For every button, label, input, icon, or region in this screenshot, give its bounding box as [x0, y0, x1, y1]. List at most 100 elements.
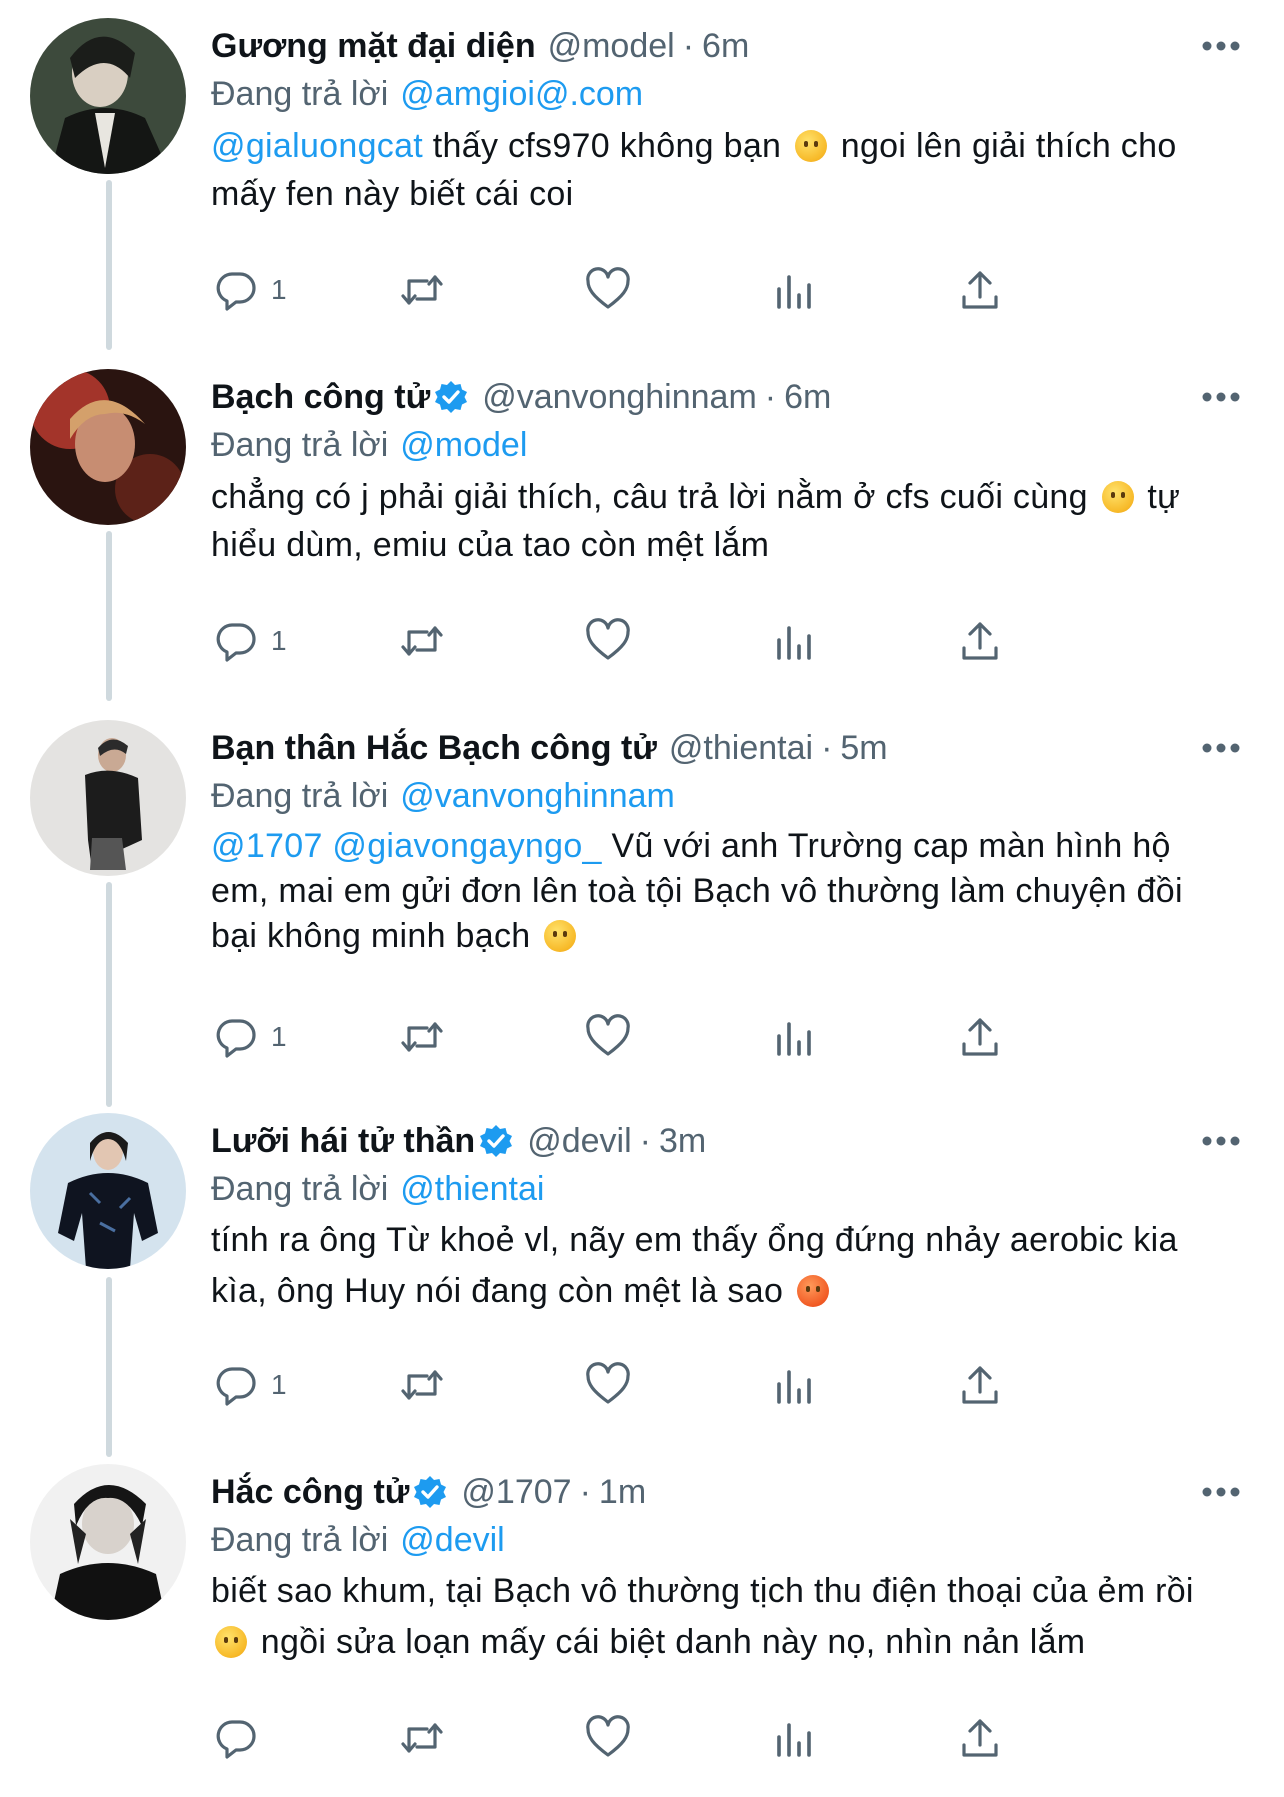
replying-label: Đang trả lời — [211, 777, 389, 815]
reply-bubble-icon — [216, 623, 256, 662]
timestamp[interactable]: 6m — [702, 22, 749, 70]
share-upload-icon — [962, 622, 998, 660]
tweet-text-part: thấy cfs970 không bạn — [423, 127, 791, 165]
upside-down-face-emoji-icon — [215, 1626, 247, 1658]
separator-dot: · — [821, 729, 833, 767]
avatar[interactable] — [30, 720, 186, 876]
retweet-icon — [401, 275, 443, 305]
display-name[interactable]: Bạn thân Hắc Bạch công tử — [211, 724, 657, 772]
tweet-text-part: chẳng có j phải giải thích, câu trả lời … — [211, 478, 1098, 516]
tweet-text: @1707 @giavongayngo_ Vũ với anh Trường c… — [211, 824, 1236, 959]
reply-count: 1 — [271, 1369, 287, 1400]
avatar[interactable] — [30, 1464, 186, 1620]
avatar[interactable] — [30, 18, 186, 174]
heart-icon — [586, 1362, 630, 1404]
reply-button[interactable]: 1 — [211, 611, 287, 671]
reply-button[interactable]: 1 — [211, 1355, 287, 1415]
verified-badge-icon — [413, 1475, 447, 1509]
more-dots-icon[interactable] — [1200, 1472, 1242, 1512]
display-name[interactable]: Lưỡi hái tử thần — [211, 1117, 475, 1165]
display-name[interactable]: Gương mặt đại diện — [211, 22, 536, 70]
retweet-button[interactable] — [397, 1355, 447, 1415]
share-button[interactable] — [955, 260, 1005, 320]
display-name[interactable]: Bạch công tử — [211, 373, 430, 421]
replying-to-link[interactable]: @model — [400, 426, 527, 464]
mention-link[interactable]: @1707 @giavongayngo_ — [211, 827, 602, 865]
tweet[interactable]: Hắc công tử @1707 · 1m Đang trả lời @devi… — [0, 1446, 1284, 1797]
reply-button[interactable]: 1 — [211, 260, 287, 320]
separator-dot: · — [764, 378, 777, 416]
views-button[interactable] — [769, 611, 819, 671]
display-name[interactable]: Hắc công tử — [211, 1468, 409, 1516]
replying-to-line: Đang trả lời @thientai — [211, 1165, 544, 1213]
username-handle[interactable]: @model — [548, 22, 675, 70]
bar-chart-icon — [777, 1370, 811, 1404]
kissing-face-emoji-icon — [1101, 481, 1134, 513]
tweet-actions: 1 — [211, 1007, 1111, 1067]
replying-to-link[interactable]: @amgioi@.com — [400, 75, 643, 113]
share-button[interactable] — [955, 1708, 1005, 1768]
share-button[interactable] — [955, 1007, 1005, 1067]
retweet-button[interactable] — [397, 1007, 447, 1067]
retweet-icon — [401, 1723, 443, 1753]
like-button[interactable] — [583, 1007, 633, 1067]
tweet[interactable]: Bạn thân Hắc Bạch công tử @thientai · 5m… — [0, 702, 1284, 1058]
retweet-button[interactable] — [397, 611, 447, 671]
username-handle[interactable]: @1707 — [461, 1468, 571, 1516]
like-button[interactable] — [583, 1355, 633, 1415]
share-button[interactable] — [955, 611, 1005, 671]
timestamp[interactable]: 5m — [840, 724, 887, 772]
replying-to-link[interactable]: @thientai — [400, 1170, 544, 1208]
tweet-text-part: tính ra ông Từ khoẻ vl, nãy em thấy ổng … — [211, 1221, 1178, 1310]
views-button[interactable] — [769, 1355, 819, 1415]
separator-dot: · — [579, 1473, 591, 1511]
views-button[interactable] — [769, 260, 819, 320]
tweet-actions: 1 — [211, 1355, 1111, 1415]
replying-label: Đang trả lời — [211, 1521, 389, 1559]
tweet-actions — [211, 1708, 1111, 1768]
reply-button[interactable] — [211, 1708, 271, 1768]
username-handle[interactable]: @vanvonghinnam — [482, 373, 757, 421]
verified-badge-icon — [434, 380, 468, 414]
verified-badge-icon — [479, 1124, 513, 1158]
views-button[interactable] — [769, 1007, 819, 1067]
more-dots-icon[interactable] — [1200, 728, 1242, 768]
username-handle[interactable]: @thientai — [669, 724, 813, 772]
more-dots-icon[interactable] — [1200, 26, 1242, 66]
tweet-text: chẳng có j phải giải thích, câu trả lời … — [211, 473, 1236, 569]
replying-label: Đang trả lời — [211, 75, 389, 113]
avatar[interactable] — [30, 1113, 186, 1269]
more-dots-icon[interactable] — [1200, 377, 1242, 417]
timestamp[interactable]: 6m — [784, 373, 831, 421]
retweet-icon — [401, 1022, 443, 1052]
retweet-button[interactable] — [397, 260, 447, 320]
like-button[interactable] — [583, 260, 633, 320]
reply-bubble-icon — [216, 272, 256, 311]
replying-label: Đang trả lời — [211, 1170, 389, 1208]
replying-to-line: Đang trả lời @model — [211, 421, 527, 469]
replying-to-link[interactable]: @vanvonghinnam — [400, 777, 675, 815]
more-dots-icon[interactable] — [1200, 1121, 1242, 1161]
reply-count: 1 — [271, 625, 287, 656]
tweet[interactable]: Bạch công tử @vanvonghinnam · 6m Đang tr… — [0, 351, 1284, 702]
heart-icon — [586, 1014, 630, 1056]
replying-to-link[interactable]: @devil — [400, 1521, 504, 1559]
tweet-text: @gialuongcat thấy cfs970 không bạn ngoi … — [211, 122, 1236, 218]
avatar[interactable] — [30, 369, 186, 525]
views-button[interactable] — [769, 1708, 819, 1768]
tweet[interactable]: Lưỡi hái tử thần @devil · 3m Đang trả lờ… — [0, 1095, 1284, 1446]
winking-face-emoji-icon — [544, 920, 577, 952]
timestamp[interactable]: 1m — [599, 1468, 646, 1516]
timestamp[interactable]: 3m — [659, 1117, 706, 1165]
reply-button[interactable]: 1 — [211, 1007, 287, 1067]
like-button[interactable] — [583, 1708, 633, 1768]
share-button[interactable] — [955, 1355, 1005, 1415]
retweet-button[interactable] — [397, 1708, 447, 1768]
like-button[interactable] — [583, 611, 633, 671]
share-upload-icon — [962, 1366, 998, 1404]
tweet-text-part: ngồi sửa loạn mấy cái biệt danh này nọ, … — [251, 1623, 1086, 1661]
username-handle[interactable]: @devil — [527, 1117, 631, 1165]
mention-link[interactable]: @gialuongcat — [211, 127, 423, 165]
tweet[interactable]: Gương mặt đại diện @model · 6m Đang trả … — [0, 0, 1284, 351]
retweet-icon — [401, 626, 443, 656]
